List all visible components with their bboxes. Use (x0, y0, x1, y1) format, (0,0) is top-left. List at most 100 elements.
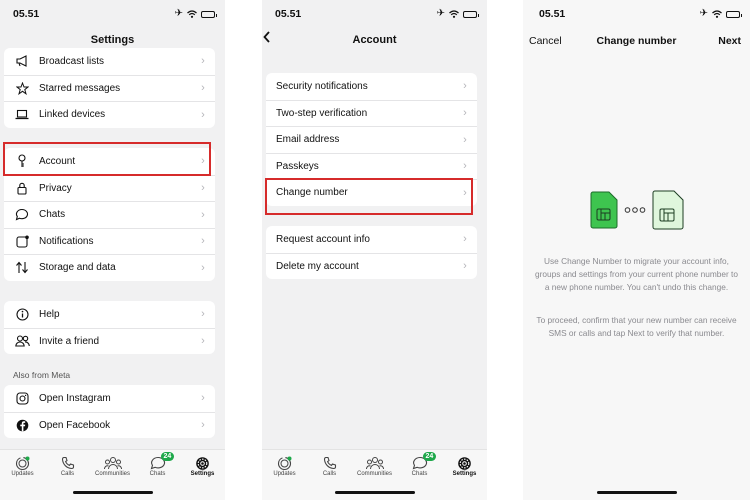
tab-updates[interactable]: Updates (265, 455, 305, 477)
chevron-right-icon: › (201, 82, 205, 95)
home-indicator (72, 491, 153, 494)
settings-item-chats[interactable]: Chats › (4, 201, 215, 228)
tab-label: Communities (94, 471, 130, 477)
chevron-right-icon: › (201, 419, 205, 432)
settings-item-label: Open Facebook (39, 419, 111, 431)
settings-screen: 05.51 ✈ Settings Broadcast lists › Starr… (0, 0, 225, 500)
account-item-label: Delete my account (276, 260, 359, 272)
chevron-right-icon: › (201, 108, 205, 121)
chevron-right-icon: › (201, 308, 205, 321)
transfer-dots-icon (624, 206, 646, 214)
chevron-right-icon: › (201, 208, 205, 221)
status-bar: 05.51 ✈ (0, 8, 225, 22)
chevron-right-icon: › (201, 182, 205, 195)
home-indicator (596, 491, 677, 494)
tab-calls[interactable]: Calls (48, 455, 88, 477)
sim-card-new-icon (651, 190, 685, 230)
page-title: Change number (596, 35, 677, 47)
tab-communities[interactable]: Communities (93, 455, 133, 477)
tab-label: Calls (322, 471, 337, 477)
chevron-right-icon: › (201, 55, 205, 68)
instagram-icon (13, 392, 31, 405)
settings-item-label: Linked devices (39, 109, 106, 121)
sim-illustration (523, 190, 750, 230)
settings-item-starred-messages[interactable]: Starred messages › (4, 74, 215, 102)
settings-item-broadcast-lists[interactable]: Broadcast lists › (4, 48, 215, 75)
notification-icon (13, 235, 31, 248)
home-indicator (334, 491, 415, 494)
info-icon (13, 308, 31, 321)
account-group-data: Request account info › Delete my account… (266, 226, 477, 279)
wifi-icon (187, 10, 197, 18)
airplane-icon: ✈ (174, 8, 183, 19)
chevron-right-icon: › (201, 235, 205, 248)
status-time: 05.51 (13, 8, 40, 20)
settings-item-label: Open Instagram (39, 392, 111, 404)
tab-settings[interactable]: Settings (183, 455, 223, 477)
settings-item-label: Notifications (39, 235, 94, 247)
account-item-two-step-verification[interactable]: Two-step verification › (266, 99, 477, 127)
settings-item-open-facebook[interactable]: Open Facebook › (4, 411, 215, 439)
account-screen: 05.51 ✈ Account Security notifications ›… (262, 0, 487, 500)
tab-updates[interactable]: Updates (3, 455, 43, 477)
tab-calls[interactable]: Calls (310, 455, 350, 477)
account-item-passkeys[interactable]: Passkeys › (266, 152, 477, 180)
chevron-right-icon: › (201, 392, 205, 405)
change-number-info-text: Use Change Number to migrate your accoun… (535, 256, 738, 293)
change-number-highlight-box (265, 178, 473, 215)
next-button[interactable]: Next (718, 35, 741, 47)
settings-item-label: Privacy (39, 182, 72, 194)
wifi-icon (449, 10, 459, 18)
tab-label: Chats (411, 471, 428, 477)
airplane-icon: ✈ (699, 8, 708, 19)
settings-item-label: Chats (39, 209, 66, 221)
chevron-right-icon: › (463, 260, 467, 273)
chevron-right-icon: › (201, 335, 205, 348)
star-icon (13, 81, 31, 95)
account-item-label: Request account info (276, 233, 370, 245)
account-item-delete-my-account[interactable]: Delete my account › (266, 252, 477, 280)
settings-item-storage-and-data[interactable]: Storage and data › (4, 254, 215, 281)
account-item-request-account-info[interactable]: Request account info › (266, 226, 477, 253)
settings-item-label: Help (39, 308, 60, 320)
change-number-screen: 05.51 ✈ Cancel Change number Next Use Ch… (523, 0, 750, 500)
tab-label: Communities (356, 471, 392, 477)
account-item-security-notifications[interactable]: Security notifications › (266, 73, 477, 100)
account-item-email-address[interactable]: Email address › (266, 126, 477, 153)
chevron-right-icon: › (463, 133, 467, 146)
settings-icon (183, 455, 223, 471)
status-time: 05.51 (275, 8, 302, 20)
settings-item-label: Invite a friend (39, 335, 100, 347)
account-item-label: Passkeys (276, 160, 319, 172)
account-item-label: Email address (276, 134, 340, 146)
laptop-icon (13, 109, 31, 120)
chats-badge: 24 (422, 452, 437, 461)
settings-item-label: Storage and data (39, 262, 116, 274)
settings-item-privacy[interactable]: Privacy › (4, 174, 215, 202)
updates-icon (3, 455, 43, 471)
phone-icon (48, 455, 88, 471)
settings-group-lists: Broadcast lists › Starred messages › Lin… (4, 48, 215, 128)
tab-chats[interactable]: 24 Chats (400, 452, 440, 477)
tab-communities[interactable]: Communities (355, 455, 395, 477)
tab-label: Updates (11, 471, 34, 477)
lock-icon (13, 182, 31, 195)
settings-item-open-instagram[interactable]: Open Instagram › (4, 385, 215, 412)
people-icon (13, 335, 31, 347)
settings-item-label: Starred messages (39, 82, 121, 94)
communities-icon (355, 455, 395, 471)
settings-icon (445, 455, 485, 471)
chats-badge: 24 (160, 452, 175, 461)
settings-item-help[interactable]: Help › (4, 301, 215, 328)
status-bar: 05.51 ✈ (523, 8, 750, 22)
settings-item-invite-a-friend[interactable]: Invite a friend › (4, 327, 215, 355)
wifi-icon (712, 10, 722, 18)
tab-settings[interactable]: Settings (445, 455, 485, 477)
account-item-label: Two-step verification (276, 107, 368, 119)
tab-chats[interactable]: 24 Chats (138, 452, 178, 477)
settings-item-linked-devices[interactable]: Linked devices › (4, 101, 215, 128)
chevron-right-icon: › (463, 160, 467, 173)
settings-item-notifications[interactable]: Notifications › (4, 227, 215, 255)
chat-bubble-icon (13, 208, 31, 221)
facebook-icon (13, 419, 31, 432)
